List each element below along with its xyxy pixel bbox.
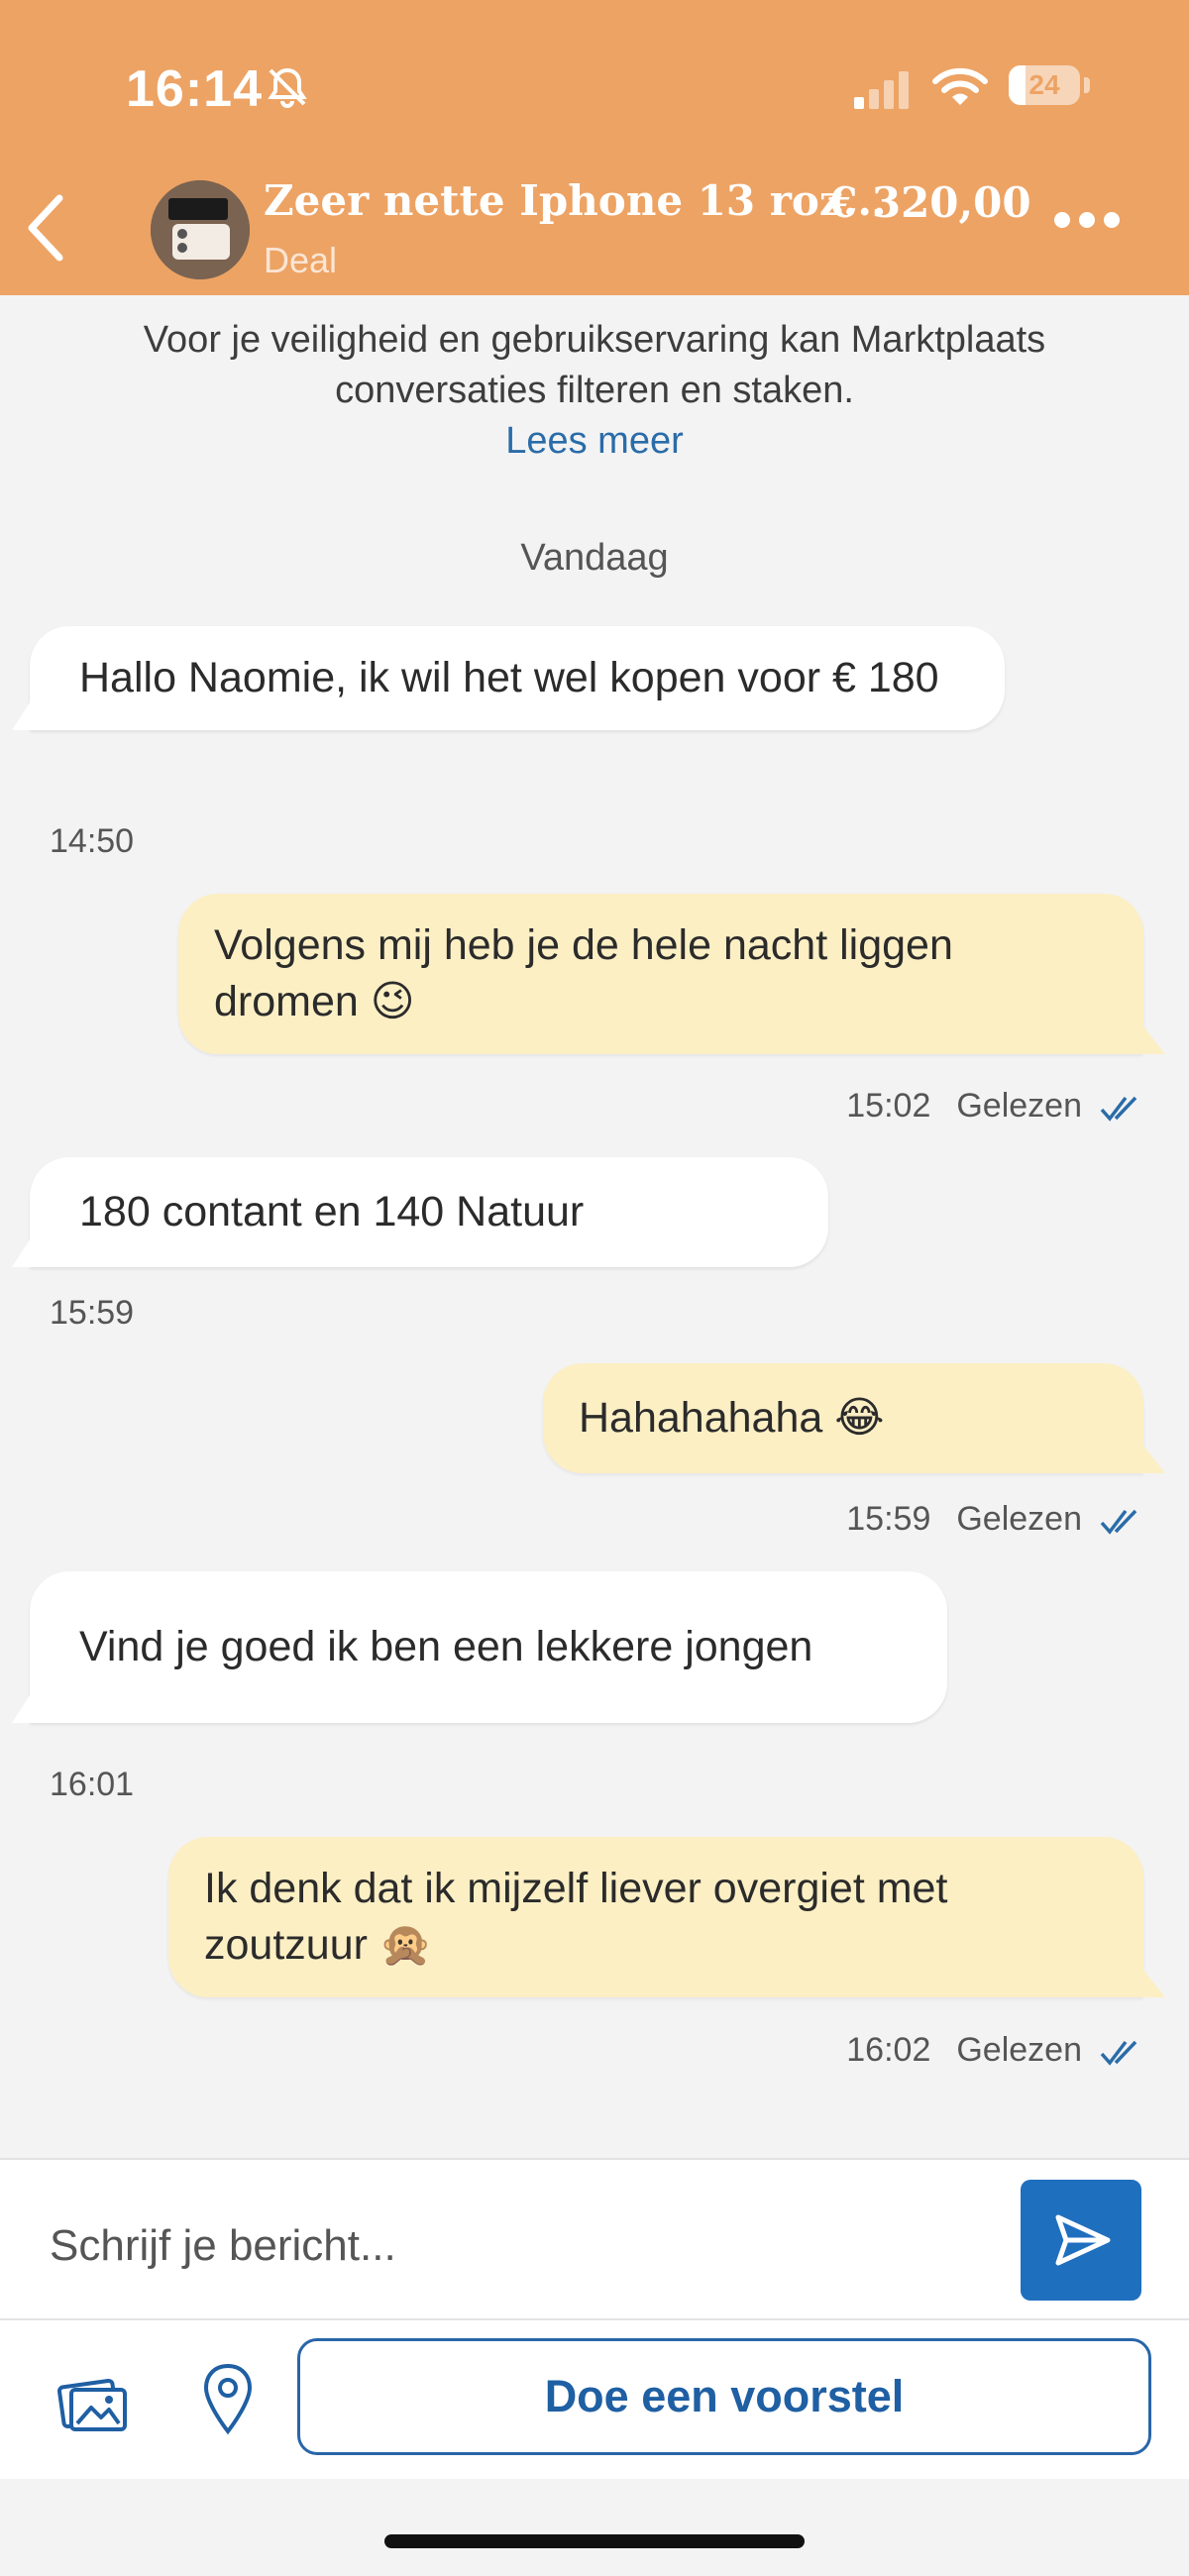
double-check-icon	[1100, 2040, 1137, 2066]
incoming-message[interactable]: 180 contant en 140 Natuur	[12, 1157, 828, 1267]
message-text: Ik denk dat ik mijzelf liever overgiet m…	[204, 1865, 948, 1969]
status-time: 16:14	[126, 60, 263, 118]
read-status: Gelezen	[956, 1500, 1082, 1538]
message-meta: 16:02 Gelezen	[820, 2031, 1141, 2070]
safety-notice: Voor je veiligheid en gebruikservaring k…	[143, 319, 1046, 411]
battery-level: 24	[1028, 69, 1060, 100]
listing-price: € 320,00	[828, 178, 1031, 227]
back-chevron-icon[interactable]	[18, 188, 77, 268]
listing-title[interactable]: Zeer nette Iphone 13 roz...	[264, 176, 887, 225]
message-text: 180 contant en 140 Natuur	[79, 1188, 585, 1235]
photo-icon[interactable]	[57, 2370, 129, 2433]
message-time: 15:59	[846, 1500, 931, 1538]
message-input[interactable]	[48, 2215, 963, 2277]
message-text: Vind je goed ik ben een lekkere jongen	[79, 1623, 813, 1670]
message-meta: 15:59 Gelezen	[820, 1500, 1141, 1539]
outgoing-message[interactable]: Ik denk dat ik mijzelf liever overgiet m…	[168, 1837, 1165, 1997]
date-separator: Vandaag	[520, 537, 669, 579]
message-time: 14:50	[50, 822, 135, 860]
wifi-icon	[932, 67, 988, 105]
read-status: Gelezen	[956, 1087, 1082, 1125]
message-text: Hallo Naomie, ik wil het wel kopen voor …	[79, 654, 939, 701]
app-header: 16:14 24 Zeer nette Iphone 13 roz... € 3…	[0, 0, 1189, 295]
read-more-link[interactable]: Lees meer	[0, 420, 1189, 463]
message-meta: 15:02 Gelezen	[820, 1087, 1141, 1126]
send-button[interactable]	[1021, 2180, 1141, 2301]
message-time: 15:59	[50, 1294, 135, 1332]
battery-icon: 24	[1009, 65, 1080, 105]
message-text: Volgens mij heb je de hele nacht liggen …	[214, 921, 953, 1025]
bell-off-icon	[268, 67, 307, 108]
message-time: 16:01	[50, 1766, 135, 1803]
message-time: 16:02	[846, 2031, 931, 2069]
message-time: 15:02	[846, 1087, 931, 1125]
home-indicator[interactable]	[384, 2534, 805, 2548]
make-offer-button[interactable]: Doe een voorstel	[297, 2338, 1151, 2455]
outgoing-message[interactable]: Hahahahaha 😂	[543, 1363, 1165, 1473]
phone-image-icon	[151, 180, 250, 279]
location-pin-icon[interactable]	[200, 2362, 256, 2437]
listing-thumbnail[interactable]	[151, 180, 250, 279]
double-check-icon	[1100, 1096, 1137, 1122]
battery-tip	[1084, 77, 1090, 93]
message-text: Hahahahaha 😂	[579, 1394, 885, 1442]
outgoing-message[interactable]: Volgens mij heb je de hele nacht liggen …	[178, 894, 1165, 1054]
incoming-message[interactable]: Hallo Naomie, ik wil het wel kopen voor …	[12, 626, 1005, 730]
listing-status: Deal	[264, 240, 338, 280]
signal-icon	[854, 71, 909, 109]
send-icon	[1055, 2214, 1111, 2266]
more-options-icon[interactable]	[1054, 212, 1132, 242]
read-status: Gelezen	[956, 2031, 1082, 2069]
incoming-message[interactable]: Vind je goed ik ben een lekkere jongen	[12, 1571, 947, 1723]
double-check-icon	[1100, 1509, 1137, 1535]
